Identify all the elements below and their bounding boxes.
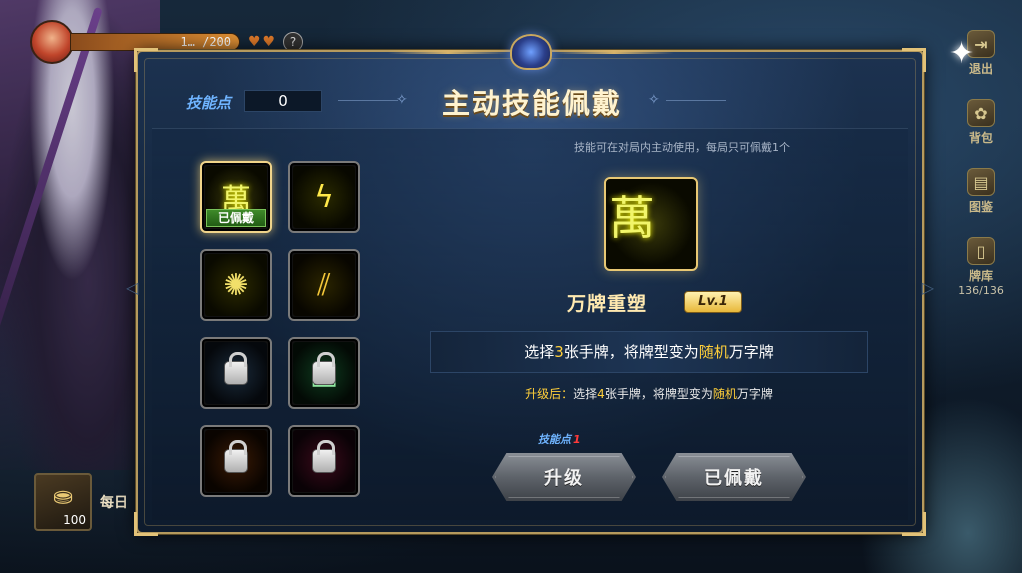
skill-slot-3[interactable]: ✺ — [200, 249, 272, 321]
right-arrow-icon: ▷ — [921, 278, 934, 297]
lock-icon — [312, 440, 336, 473]
sidebar-item-label: 牌库 — [968, 269, 993, 283]
frame-corner — [134, 48, 158, 72]
daily-label[interactable]: 每日 — [100, 492, 128, 512]
deck-count: 136/136 — [958, 284, 1004, 297]
book-icon: ▤ — [967, 168, 995, 196]
upgrade-button[interactable]: 升级 — [492, 453, 636, 501]
skill-grid: 萬 已佩戴 ϟ ✺ ⫽ ❖ ▦ ✹ — [200, 161, 362, 497]
slash-cards-icon: ⫽ — [293, 254, 355, 316]
upgrade-text: 张手牌，将牌型变为 — [604, 387, 713, 401]
upgrade-cost: 技能点 1 — [538, 431, 581, 447]
upgrade-prefix: 升级后： — [525, 387, 574, 401]
skill-points-label: 技能点 — [186, 94, 232, 112]
right-sidebar: ✦ ⇥ 退出 ✿ 背包 ▤ 图鉴 ▯ 牌库 136/136 — [949, 30, 1012, 297]
skill-level-badge: Lv.1 — [684, 291, 742, 313]
card-deck-icon: ▯ — [966, 237, 995, 265]
star-icon: ✧ — [648, 92, 660, 108]
cost-value: 1 — [573, 433, 581, 446]
resource-value: 1… /200 — [180, 35, 231, 49]
skill-slot-2[interactable]: ϟ — [288, 161, 360, 233]
skill-name: 万牌重塑 — [567, 293, 648, 315]
selected-skill-icon: 萬 — [604, 177, 698, 271]
frame-ornament — [554, 50, 674, 54]
skill-slot-1[interactable]: 萬 已佩戴 — [200, 161, 272, 233]
lock-icon — [224, 440, 248, 473]
desc-text: 万字牌 — [728, 343, 774, 361]
lock-icon — [312, 352, 336, 385]
upgrade-text: 选择 — [573, 387, 598, 401]
sidebar-item-exit[interactable]: ✦ ⇥ 退出 — [949, 30, 995, 77]
equipped-badge: 已佩戴 — [206, 209, 266, 227]
skill-slot-7[interactable]: ✹ — [200, 425, 272, 497]
skill-slot-5[interactable]: ❖ — [200, 337, 272, 409]
sidebar-item-deck[interactable]: ▯ 牌库 136/136 — [958, 237, 1004, 297]
sidebar-item-bag[interactable]: ✿ 背包 — [967, 99, 995, 146]
desc-random: 随机 — [698, 343, 729, 361]
lightning-burst-icon: ϟ — [293, 166, 355, 228]
modal-header: 技能点 0 ✧ 主动技能佩戴 ✧ — [138, 82, 922, 126]
sidebar-item-label: 图鉴 — [968, 200, 993, 214]
paw-orb-icon: ✺ — [205, 254, 267, 316]
desc-text: 选择 — [524, 343, 555, 361]
sidebar-item-collection[interactable]: ▤ 图鉴 — [967, 168, 995, 215]
skill-slot-4[interactable]: ⫽ — [288, 249, 360, 321]
skill-slot-6[interactable]: ▦ — [288, 337, 360, 409]
star-icon: ✧ — [396, 92, 408, 108]
equipped-button[interactable]: 已佩戴 — [662, 453, 806, 501]
chest-icon[interactable]: ⛂ 100 — [34, 473, 92, 531]
title-divider — [666, 100, 726, 101]
skill-points-value: 0 — [244, 90, 322, 112]
bottom-hud: ⛂ 100 每日 — [34, 473, 128, 531]
upgrade-text: 万字牌 — [736, 387, 773, 401]
title-divider — [338, 100, 398, 101]
cost-label: 技能点 — [538, 433, 571, 446]
lock-icon — [224, 352, 248, 385]
upgrade-count: 4 — [597, 387, 605, 401]
left-arrow-icon: ◁ — [126, 278, 139, 297]
skill-description: 选择3张手牌，将牌型变为随机万字牌 — [430, 331, 868, 373]
emblem-icon — [510, 34, 552, 70]
modal-title: 主动技能佩戴 — [441, 87, 622, 120]
sparkle-icon: ✦ — [949, 36, 975, 71]
desc-text: 张手牌，将牌型变为 — [563, 343, 699, 361]
wan-rune-icon: 萬 — [609, 182, 693, 266]
frame-ornament — [388, 50, 508, 54]
skill-equip-modal: ◁ ▷ 技能点 0 ✧ 主动技能佩戴 ✧ 技能可在对局内主动使用，每局只可佩戴1… — [126, 34, 934, 536]
heart-icons: ♥♥ — [248, 34, 278, 50]
modal-content: 技能可在对局内主动使用，每局只可佩戴1个 萬 已佩戴 ϟ ✺ ⫽ ❖ ▦ — [152, 128, 908, 520]
bag-icon: ✿ — [967, 99, 995, 127]
frame-corner — [902, 48, 926, 72]
sidebar-item-label: 背包 — [968, 131, 993, 145]
equip-hint: 技能可在对局内主动使用，每局只可佩戴1个 — [574, 141, 790, 154]
desc-count: 3 — [554, 343, 564, 361]
player-avatar[interactable] — [30, 20, 74, 64]
skill-slot-8[interactable]: ✹ — [288, 425, 360, 497]
help-button[interactable]: ? — [283, 32, 304, 52]
upgrade-random: 随机 — [712, 387, 737, 401]
upgrade-preview: 升级后：选择4张手牌，将牌型变为随机万字牌 — [442, 385, 856, 402]
chest-count: 100 — [63, 513, 86, 527]
